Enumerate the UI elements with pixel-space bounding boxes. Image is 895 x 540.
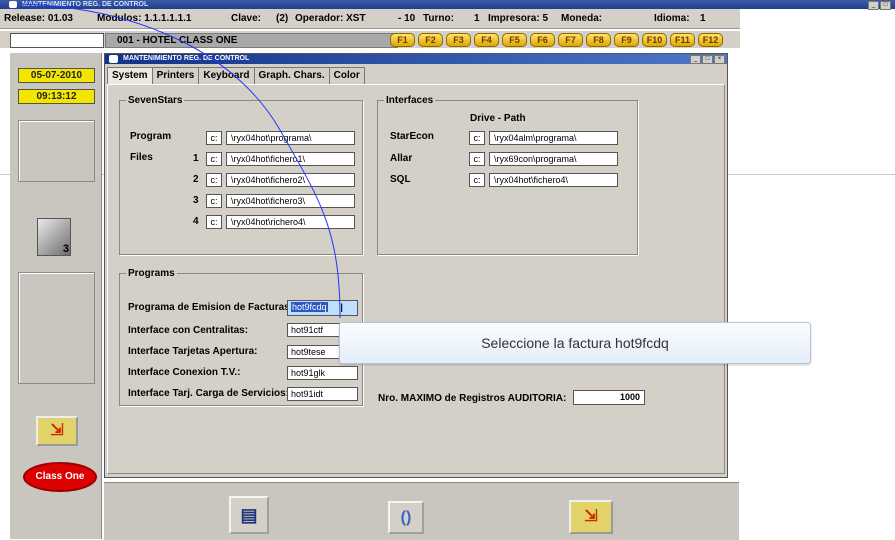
annotation-path — [19, 3, 341, 319]
annotation-curve — [19, 3, 341, 319]
